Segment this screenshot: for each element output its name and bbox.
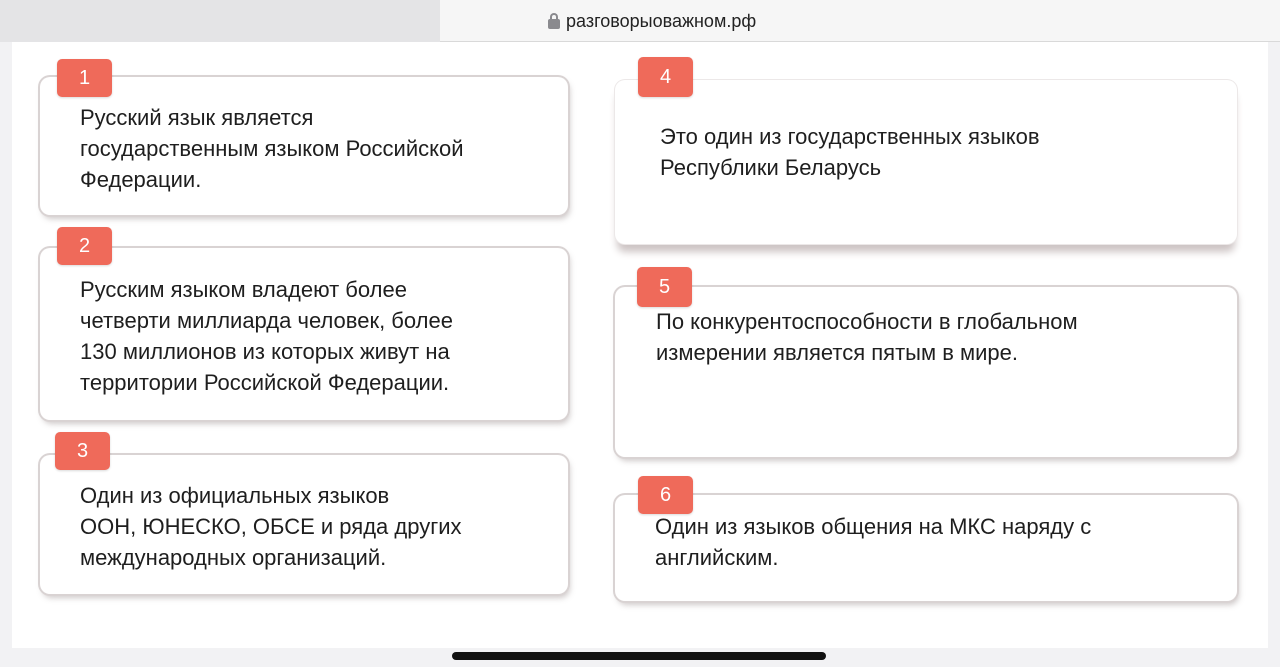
home-indicator[interactable]: [452, 652, 826, 660]
card-number-badge-1: 1: [57, 59, 112, 97]
card-number-badge-6: 6: [638, 476, 693, 514]
card-number-badge-3: 3: [55, 432, 110, 470]
card-text-5: По конкурентоспособности в глобальном из…: [656, 309, 1078, 365]
browser-toolbar: разговорыоважном.рф: [0, 0, 1280, 42]
address-bar[interactable]: разговорыоважном.рф: [548, 9, 756, 33]
card-number-badge-4: 4: [638, 57, 693, 97]
card-text-3: Один из официальных языков ООН, ЮНЕСКО, …: [80, 483, 462, 570]
card-number-badge-2: 2: [57, 227, 112, 265]
lock-icon: [548, 13, 560, 29]
card-text-6: Один из языков общения на МКС наряду с а…: [655, 514, 1092, 570]
card-text-2: Русским языком владеют более четверти ми…: [80, 277, 453, 395]
card-text-1: Русский язык является государственным яз…: [80, 105, 464, 192]
url-text[interactable]: разговорыоважном.рф: [566, 11, 756, 32]
tab-strip-left[interactable]: [0, 0, 440, 42]
card-text-4: Это один из государственных языков Респу…: [660, 124, 1040, 180]
card-number-badge-5: 5: [637, 267, 692, 307]
